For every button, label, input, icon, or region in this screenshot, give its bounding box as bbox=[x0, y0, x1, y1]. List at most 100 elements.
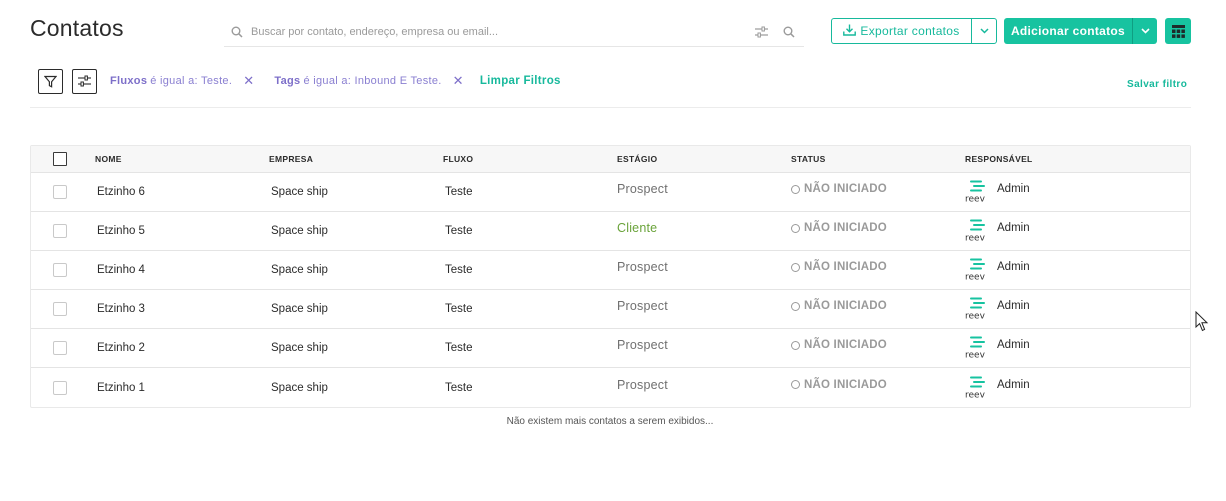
row-checkbox[interactable] bbox=[53, 302, 67, 316]
status-text: NÃO INICIADO bbox=[804, 339, 887, 351]
column-header-estagio[interactable]: ESTÁGIO bbox=[617, 154, 791, 164]
owner-cell: reev Admin bbox=[965, 219, 1190, 243]
filter-settings-button[interactable] bbox=[72, 68, 97, 94]
status-text: NÃO INICIADO bbox=[804, 222, 887, 234]
contact-name[interactable]: Etzinho 3 bbox=[95, 303, 269, 315]
status-text: NÃO INICIADO bbox=[804, 183, 887, 195]
remove-filter-tags-icon[interactable]: ✕ bbox=[453, 73, 464, 89]
contact-stage: Prospect bbox=[617, 338, 668, 352]
filter-toggle-button[interactable] bbox=[38, 68, 63, 94]
add-dropdown-toggle[interactable] bbox=[1133, 18, 1157, 44]
owner-name[interactable]: Admin bbox=[997, 261, 1030, 273]
status-circle-icon bbox=[791, 262, 800, 272]
owner-cell: reev Admin bbox=[965, 376, 1190, 400]
column-header-fluxo[interactable]: FLUXO bbox=[443, 154, 617, 164]
row-checkbox[interactable] bbox=[53, 224, 67, 238]
search-input[interactable] bbox=[250, 25, 748, 38]
filter-chip-fluxos: Fluxos é igual a: Teste. ✕ bbox=[110, 73, 270, 89]
status-cell: NÃO INICIADO bbox=[791, 379, 965, 394]
advanced-search-icon[interactable] bbox=[748, 26, 774, 38]
table-row[interactable]: Etzinho 4 Space ship Teste Prospect NÃO INIC… bbox=[31, 251, 1190, 290]
page-title: Contatos bbox=[30, 15, 124, 41]
column-header-nome[interactable]: NOME bbox=[95, 154, 269, 164]
filter-icon bbox=[44, 75, 57, 88]
logo-text: reev bbox=[965, 273, 986, 282]
owner-cell: reev Admin bbox=[965, 297, 1190, 321]
contact-stage: Cliente bbox=[617, 221, 658, 235]
row-checkbox[interactable] bbox=[53, 380, 67, 395]
owner-name[interactable]: Admin bbox=[997, 339, 1030, 351]
owner-cell: reev Admin bbox=[965, 258, 1190, 282]
table-header: NOME EMPRESA FLUXO ESTÁGIO STATUS RESPON… bbox=[31, 146, 1190, 173]
stage-cell: Prospect bbox=[617, 338, 791, 355]
contact-stage: Prospect bbox=[617, 260, 668, 274]
reev-logo-icon: reev bbox=[965, 336, 986, 359]
grid-view-button[interactable] bbox=[1165, 18, 1191, 44]
filter-chip-tags: Tags é igual a: Inbound E Teste. ✕ bbox=[274, 73, 479, 89]
select-all-cell bbox=[31, 152, 95, 166]
contact-name[interactable]: Etzinho 6 bbox=[95, 186, 269, 198]
contact-name[interactable]: Etzinho 2 bbox=[95, 342, 269, 354]
table-row[interactable]: Etzinho 2 Space ship Teste Prospect NÃO INIC… bbox=[31, 329, 1190, 368]
reev-logo-icon: reev bbox=[965, 297, 986, 320]
status-circle-icon bbox=[791, 223, 800, 233]
row-select-cell bbox=[31, 224, 95, 238]
status-badge: NÃO INICIADO bbox=[791, 379, 965, 391]
table-row[interactable]: Etzinho 3 Space ship Teste Prospect NÃO INIC… bbox=[31, 290, 1190, 329]
export-dropdown-toggle[interactable] bbox=[972, 19, 996, 43]
export-contacts-main[interactable]: Exportar contatos bbox=[832, 19, 972, 43]
export-contacts-label: Exportar contatos bbox=[860, 24, 960, 38]
add-contacts-button[interactable]: Adicionar contatos bbox=[1004, 18, 1157, 44]
table-row[interactable]: Etzinho 5 Space ship Teste Cliente NÃO INICI… bbox=[31, 212, 1190, 251]
status-badge: NÃO INICIADO bbox=[791, 222, 965, 234]
contact-name[interactable]: Etzinho 4 bbox=[95, 264, 269, 276]
clear-filters-link[interactable]: Limpar Filtros bbox=[480, 75, 561, 87]
stage-cell: Prospect bbox=[617, 260, 791, 277]
search-submit-icon[interactable] bbox=[774, 26, 804, 38]
contact-company: Space ship bbox=[271, 186, 328, 198]
status-text: NÃO INICIADO bbox=[804, 300, 887, 312]
chevron-down-icon bbox=[1140, 28, 1150, 34]
row-checkbox[interactable] bbox=[53, 341, 67, 355]
table-row[interactable]: Etzinho 1 Space ship Teste Prospect NÃO INIC… bbox=[31, 368, 1190, 407]
divider bbox=[30, 107, 1191, 108]
column-header-responsavel[interactable]: RESPONSÁVEL bbox=[965, 154, 1190, 164]
row-select-cell bbox=[31, 263, 95, 277]
add-contacts-label[interactable]: Adicionar contatos bbox=[1004, 18, 1133, 44]
stage-cell: Prospect bbox=[617, 182, 791, 199]
status-cell: NÃO INICIADO bbox=[791, 222, 965, 237]
reev-logo-icon: reev bbox=[965, 258, 986, 282]
grid-icon bbox=[1171, 24, 1185, 38]
export-contacts-button[interactable]: Exportar contatos bbox=[831, 18, 997, 44]
owner-name[interactable]: Admin bbox=[997, 379, 1030, 391]
save-filter-link[interactable]: Salvar filtro bbox=[1127, 79, 1187, 90]
status-circle-icon bbox=[791, 301, 800, 311]
status-text: NÃO INICIADO bbox=[804, 261, 887, 273]
table-row[interactable]: Etzinho 6 Space ship Teste Prospect NÃO INIC… bbox=[31, 173, 1190, 212]
contact-name[interactable]: Etzinho 5 bbox=[95, 225, 269, 237]
stage-cell: Cliente bbox=[617, 221, 791, 238]
status-circle-icon bbox=[791, 340, 800, 350]
owner-name[interactable]: Admin bbox=[997, 183, 1030, 195]
column-header-status[interactable]: STATUS bbox=[791, 154, 965, 164]
row-checkbox[interactable] bbox=[53, 185, 67, 199]
reev-logo-icon: reev bbox=[965, 180, 986, 203]
column-header-empresa[interactable]: EMPRESA bbox=[269, 154, 443, 164]
select-all-checkbox[interactable] bbox=[53, 152, 67, 166]
status-badge: NÃO INICIADO bbox=[791, 261, 965, 273]
contact-company: Space ship bbox=[271, 225, 328, 237]
contact-flow: Teste bbox=[445, 225, 473, 237]
contact-flow: Teste bbox=[445, 264, 473, 276]
remove-filter-fluxos-icon[interactable]: ✕ bbox=[243, 73, 254, 89]
owner-name[interactable]: Admin bbox=[997, 300, 1030, 312]
contact-stage: Prospect bbox=[617, 299, 668, 313]
row-checkbox[interactable] bbox=[53, 263, 67, 277]
contact-stage: Prospect bbox=[617, 182, 668, 196]
contact-flow: Teste bbox=[445, 186, 473, 198]
contact-company: Space ship bbox=[271, 303, 328, 315]
contact-name[interactable]: Etzinho 1 bbox=[95, 382, 269, 394]
status-cell: NÃO INICIADO bbox=[791, 261, 965, 276]
owner-name[interactable]: Admin bbox=[997, 222, 1030, 234]
row-select-cell bbox=[31, 380, 95, 395]
status-cell: NÃO INICIADO bbox=[791, 339, 965, 354]
